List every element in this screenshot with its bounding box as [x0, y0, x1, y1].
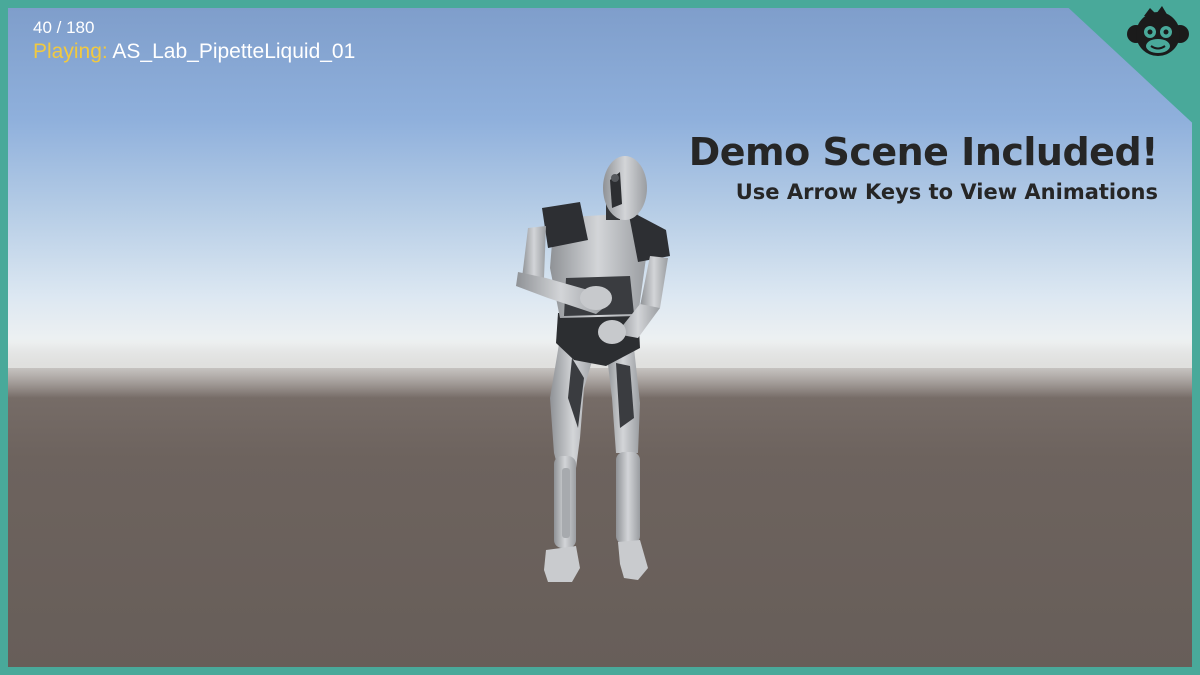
now-playing-line: Playing: AS_Lab_PipetteLiquid_01 — [33, 40, 355, 64]
monkey-head-icon — [1127, 6, 1189, 56]
playing-label: Playing: — [33, 40, 108, 63]
animation-name: AS_Lab_PipetteLiquid_01 — [112, 40, 356, 63]
viewport-frame: 40 / 180 Playing: AS_Lab_PipetteLiquid_0… — [0, 0, 1200, 675]
robot-character — [516, 156, 670, 582]
banner-headline: Demo Scene Included! — [688, 130, 1159, 174]
frame-counter: 40 / 180 — [33, 18, 95, 37]
banner-subline: Use Arrow Keys to View Animations — [735, 180, 1158, 204]
